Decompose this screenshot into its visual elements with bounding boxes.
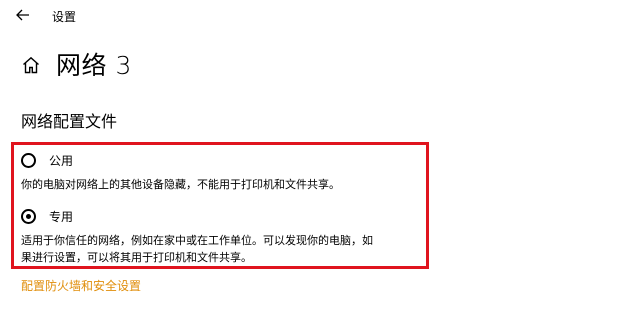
settings-window: 设置 网络 3 网络配置文件 公用 你的电脑对网络上的其他设备隐藏，不能用于打印… [0,0,620,309]
title-bar: 设置 [0,0,620,30]
public-radio-label: 公用 [49,154,74,168]
private-description-line-2: 果进行设置，可以将其用于打印机和文件共享。 [21,251,252,264]
private-radio-button[interactable] [21,209,36,224]
back-button[interactable] [12,4,34,26]
private-description-line-1: 适用于你信任的网络，例如在家中或在工作单位。可以发现你的电脑，如 [21,234,373,247]
network-profile-heading: 网络配置文件 [21,112,118,131]
private-radio-option[interactable]: 专用 [21,208,73,225]
app-title: 设置 [52,10,77,24]
page-title: 网络 3 [56,51,132,80]
public-radio-option[interactable]: 公用 [21,152,73,169]
firewall-settings-link[interactable]: 配置防火墙和安全设置 [21,277,141,294]
private-radio-label: 专用 [49,210,74,224]
home-icon [23,56,39,74]
public-description: 你的电脑对网络上的其他设备隐藏，不能用于打印机和文件共享。 [21,178,340,191]
back-arrow-icon [16,9,29,21]
public-radio-button[interactable] [21,153,36,168]
